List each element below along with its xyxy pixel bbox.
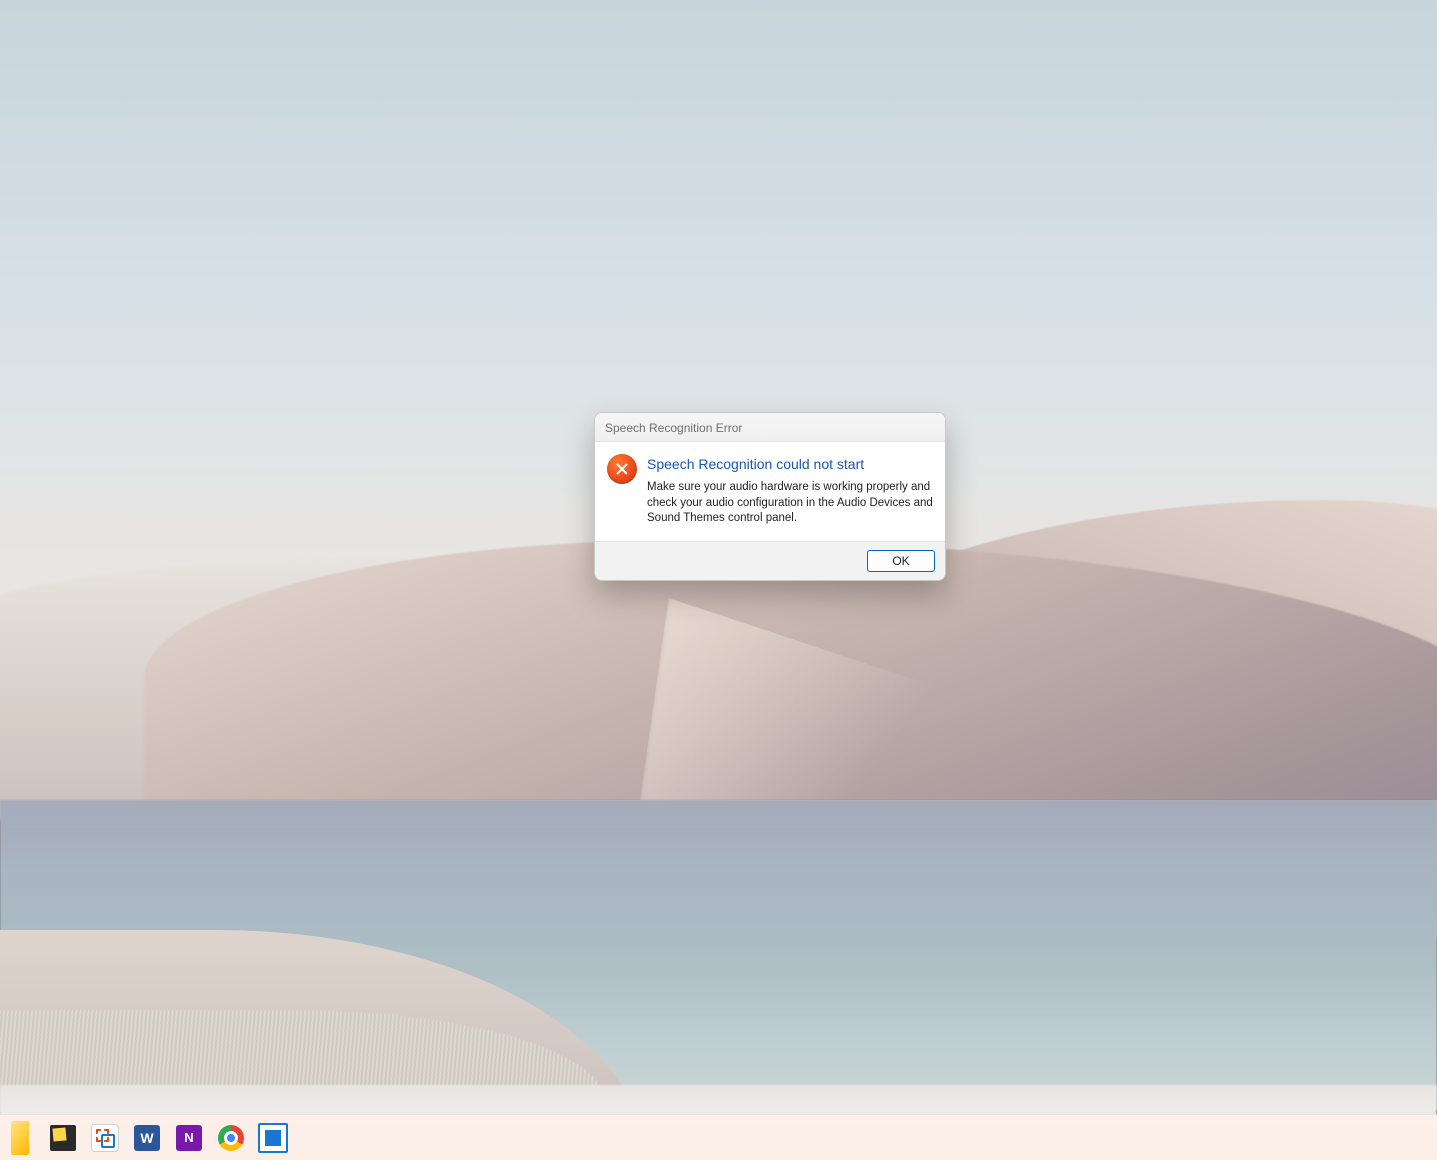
generic-app-icon <box>258 1123 288 1153</box>
taskbar-onenote[interactable]: N <box>172 1121 206 1155</box>
onenote-icon: N <box>176 1125 202 1151</box>
speech-recognition-error-dialog: Speech Recognition Error Speech Recognit… <box>594 412 946 581</box>
ok-button[interactable]: OK <box>867 550 935 572</box>
taskbar-chrome[interactable] <box>214 1121 248 1155</box>
snipping-tool-icon <box>91 1124 119 1152</box>
taskbar-generic-app[interactable] <box>256 1121 290 1155</box>
chrome-icon <box>218 1125 244 1151</box>
dialog-message: Make sure your audio hardware is working… <box>647 480 933 527</box>
dialog-heading: Speech Recognition could not start <box>647 456 933 472</box>
dialog-title[interactable]: Speech Recognition Error <box>595 413 945 442</box>
word-icon: W <box>134 1125 160 1151</box>
sticky-notes-icon <box>50 1125 76 1151</box>
taskbar-snipping-tool[interactable] <box>88 1121 122 1155</box>
taskbar-file-explorer[interactable] <box>4 1121 38 1155</box>
taskbar-word[interactable]: W <box>130 1121 164 1155</box>
error-icon <box>607 454 637 484</box>
taskbar-sticky-notes[interactable] <box>46 1121 80 1155</box>
file-explorer-icon <box>11 1121 29 1155</box>
taskbar: W N <box>0 1114 1437 1160</box>
